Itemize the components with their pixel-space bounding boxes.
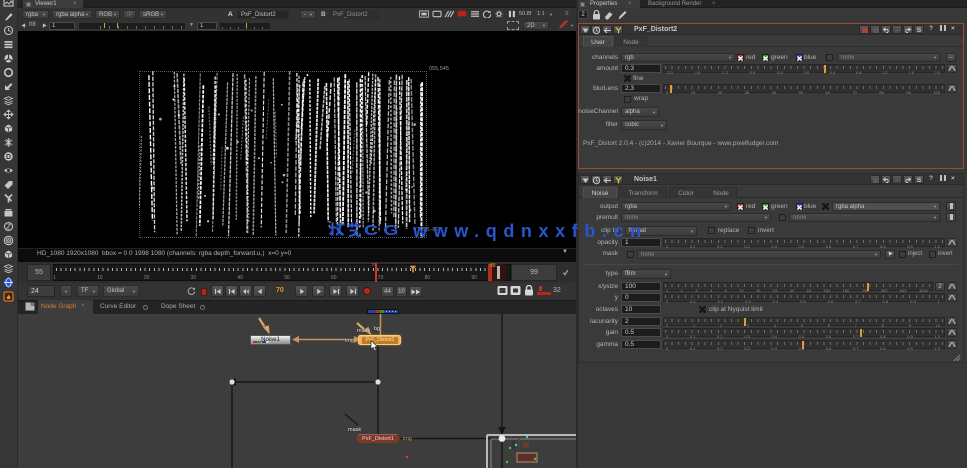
svg-text:D: D (6, 154, 11, 161)
